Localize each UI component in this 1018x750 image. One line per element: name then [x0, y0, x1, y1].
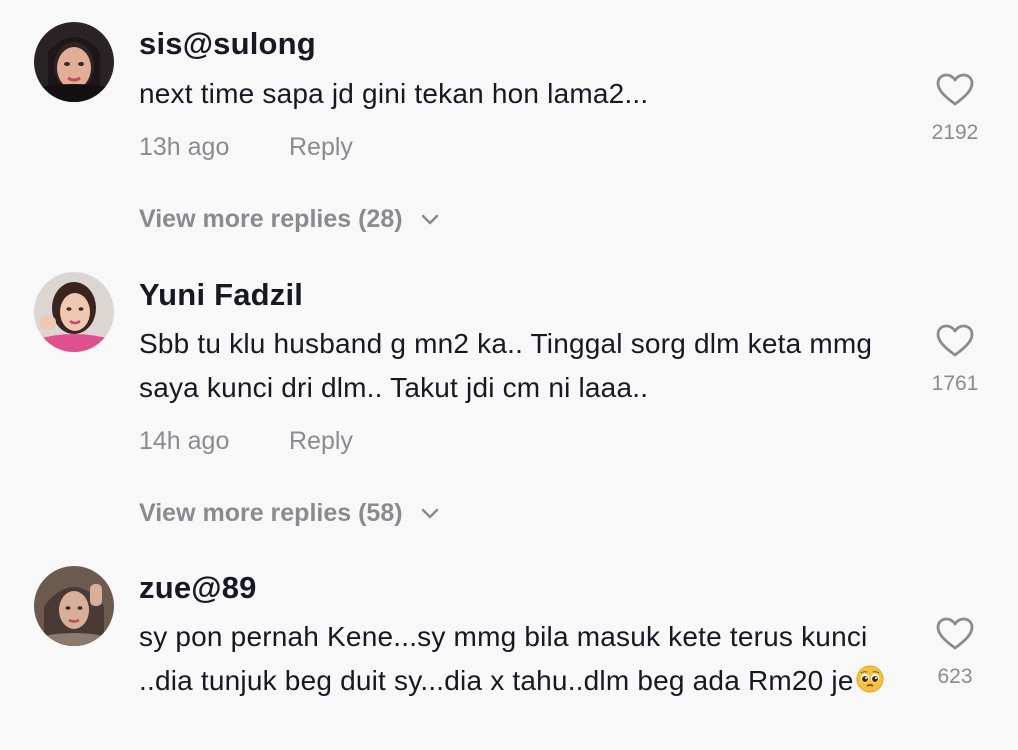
heart-outline-icon[interactable]: [936, 73, 974, 107]
reply-button[interactable]: Reply: [289, 133, 353, 161]
avatar[interactable]: [34, 566, 114, 646]
comment-username[interactable]: zue@89: [139, 570, 257, 606]
comment-text: Sbb tu klu husband g mn2 ka.. Tinggal so…: [139, 328, 873, 403]
comment-username[interactable]: sis@sulong: [139, 26, 316, 62]
like-count: 2192: [931, 121, 979, 144]
view-more-replies-button[interactable]: View more replies (28): [139, 205, 440, 234]
chevron-down-icon: [420, 204, 440, 233]
avatar[interactable]: [34, 272, 114, 352]
view-more-replies-label: View more replies (28): [139, 205, 403, 233]
comment-text: sy pon pernah Kene...sy mmg bila masuk k…: [139, 615, 899, 707]
comment-timestamp: 14h ago: [139, 427, 230, 455]
like-count: 1761: [931, 372, 979, 395]
like-control: 2192: [920, 73, 990, 145]
like-count: 623: [937, 665, 973, 688]
avatar[interactable]: [34, 22, 114, 102]
like-control: 623: [920, 617, 990, 689]
reply-button[interactable]: Reply: [289, 427, 353, 455]
like-control: 1761: [920, 324, 990, 396]
comment-text: next time sapa jd gini tekan hon lama2..…: [139, 78, 649, 109]
comment-meta: 13h ago Reply: [139, 133, 353, 162]
comment-username[interactable]: Yuni Fadzil: [139, 277, 303, 313]
pleading-face-emoji: [855, 663, 885, 707]
comment-timestamp: 13h ago: [139, 133, 230, 161]
view-more-replies-label: View more replies (58): [139, 499, 403, 527]
chevron-down-icon: [420, 498, 440, 527]
comment-text-body: sy pon pernah Kene...sy mmg bila masuk k…: [139, 621, 868, 696]
heart-outline-icon[interactable]: [936, 617, 974, 651]
view-more-replies-button[interactable]: View more replies (58): [139, 499, 440, 528]
heart-outline-icon[interactable]: [936, 324, 974, 358]
comment-meta: 14h ago Reply: [139, 427, 353, 456]
